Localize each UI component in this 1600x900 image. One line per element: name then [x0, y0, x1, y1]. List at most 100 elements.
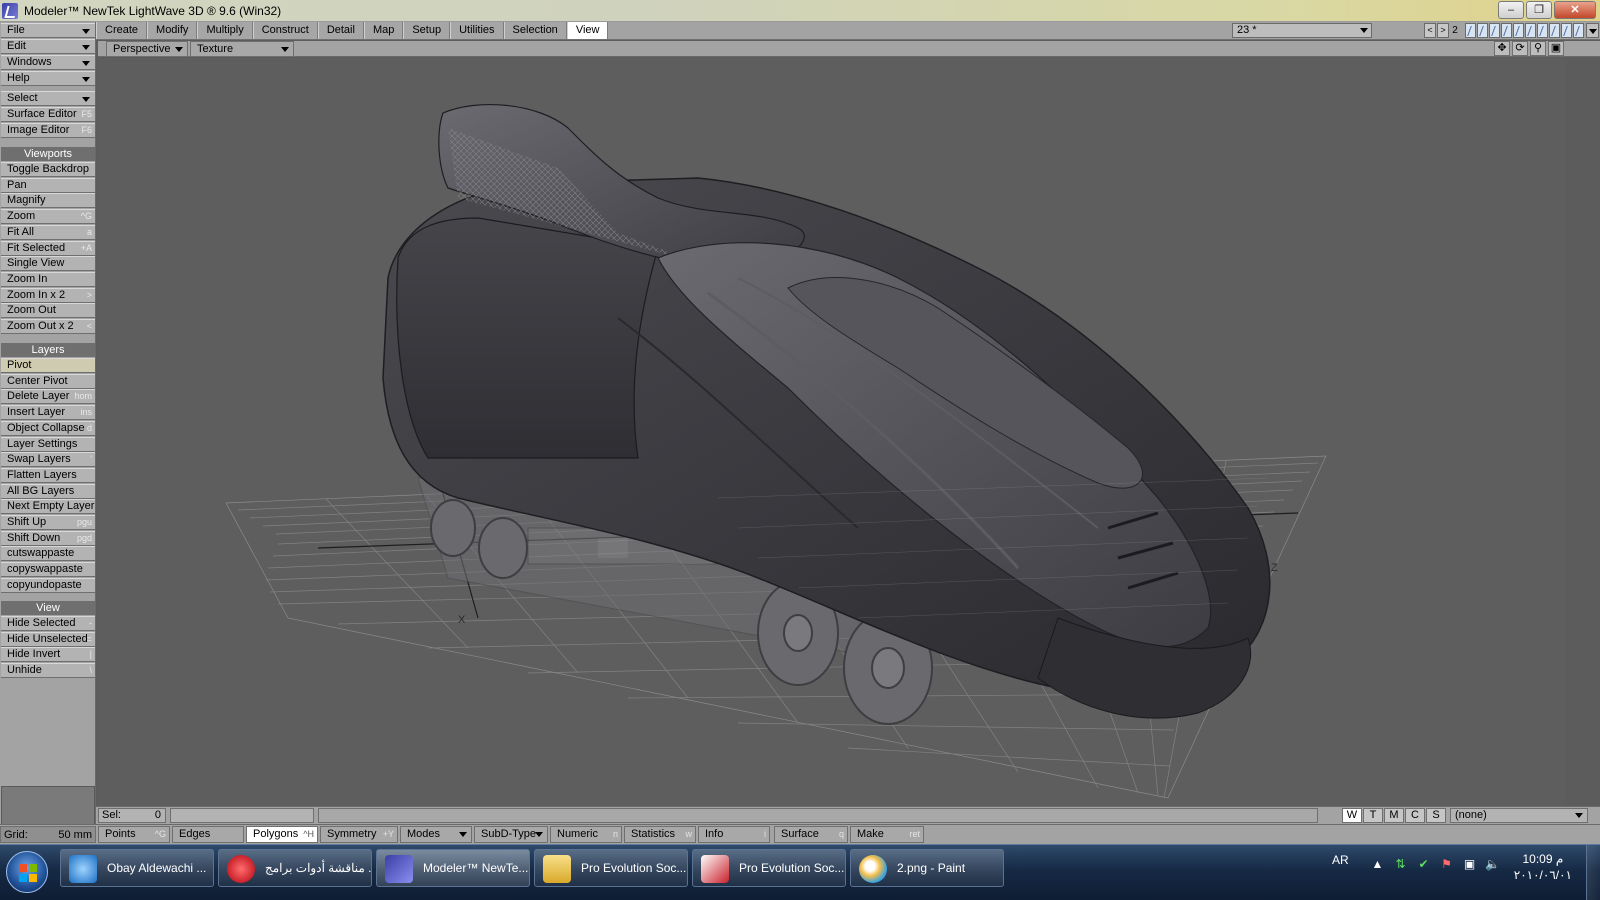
surface-editor-button[interactable]: Surface Editor F5 [1, 107, 95, 122]
viewports-single-view[interactable]: Single View [1, 256, 95, 272]
layer-toggle[interactable] [1525, 23, 1536, 38]
tab-detail[interactable]: Detail [317, 22, 364, 39]
view-unhide[interactable]: Unhide \ [1, 663, 95, 679]
move-view-icon[interactable]: ✥ [1494, 41, 1510, 56]
network-icon[interactable]: ▣ [1462, 857, 1477, 872]
c-button[interactable]: C [1405, 808, 1425, 823]
tab-view[interactable]: View [566, 22, 609, 39]
polygons-mode-button[interactable]: Polygons ^H [246, 826, 318, 843]
tab-setup[interactable]: Setup [403, 22, 451, 39]
layers-copyundopaste[interactable]: copyundopaste [1, 577, 95, 593]
taskbar-item-opera[interactable]: مناقشة أدوات برامج ... [218, 849, 372, 887]
tab-modify[interactable]: Modify [147, 22, 198, 39]
taskbar-item-modeler[interactable]: Modeler™ NewTe... [376, 849, 530, 887]
sync-icon[interactable]: ⇅ [1393, 857, 1408, 872]
view-hide-selected[interactable]: Hide Selected - [1, 616, 95, 631]
select-menu[interactable]: Select [1, 91, 95, 106]
t-button[interactable]: T [1363, 808, 1383, 823]
image-editor-button[interactable]: Image Editor F6 [1, 123, 95, 138]
edges-mode-button[interactable]: Edges [172, 826, 244, 843]
maximize-view-icon[interactable]: ▣ [1548, 41, 1564, 56]
layers-copyswappaste[interactable]: copyswappaste [1, 562, 95, 578]
view-hide-invert[interactable]: Hide Invert | [1, 647, 95, 663]
layer-toggle[interactable] [1501, 23, 1512, 38]
taskbar-item-paint[interactable]: 2.png - Paint [850, 849, 1004, 887]
help-menu[interactable]: Help [1, 71, 95, 86]
layers-insert-layer[interactable]: Insert Layer ins [1, 405, 95, 421]
modes-dropdown[interactable]: Modes [400, 826, 472, 843]
s-button[interactable]: S [1426, 808, 1446, 823]
w-button[interactable]: W [1342, 808, 1362, 823]
language-indicator[interactable]: AR [1332, 853, 1349, 867]
layers-all-bg-layers[interactable]: All BG Layers [1, 483, 95, 499]
taskbar-item-ie[interactable]: Obay Aldewachi ... [60, 849, 214, 887]
tab-utilities[interactable]: Utilities [450, 22, 504, 39]
layers-cutswappaste[interactable]: cutswappaste [1, 546, 95, 562]
taskbar-item-folder[interactable]: Pro Evolution Soc... [534, 849, 688, 887]
layers-swap-layers[interactable]: Swap Layers ' [1, 452, 95, 468]
surface-button[interactable]: Surface q [774, 826, 848, 843]
minimize-button[interactable]: – [1498, 1, 1524, 19]
viewports-pan[interactable]: Pan [1, 177, 95, 193]
layers-delete-layer[interactable]: Delete Layer hom [1, 389, 95, 405]
windows-menu[interactable]: Windows [1, 55, 95, 70]
layer-toggle[interactable] [1489, 23, 1500, 38]
rotate-view-icon[interactable]: ⟳ [1512, 41, 1528, 56]
viewports-zoom-out-x-2[interactable]: Zoom Out x 2 < [1, 319, 95, 334]
start-button[interactable] [6, 851, 48, 893]
viewports-zoom-in[interactable]: Zoom In [1, 271, 95, 287]
statistics-button[interactable]: Statistics w [624, 826, 696, 843]
layer-toggle[interactable] [1513, 23, 1524, 38]
projection-dropdown[interactable]: Perspective [106, 41, 188, 57]
numeric-button[interactable]: Numeric n [550, 826, 622, 843]
title-bar[interactable]: Modeler™ NewTek LightWave 3D ® 9.6 (Win3… [0, 0, 1600, 22]
volume-icon[interactable]: 🔈 [1485, 857, 1500, 872]
layer-toggle[interactable] [1465, 23, 1476, 38]
layer-toggle[interactable] [1573, 23, 1584, 38]
tab-create[interactable]: Create [96, 22, 148, 39]
zoom-view-icon[interactable]: ⚲ [1530, 41, 1546, 56]
layers-pivot[interactable]: Pivot [1, 358, 95, 373]
subd-type-dropdown[interactable]: SubD-Type [474, 826, 548, 843]
layers-layer-settings[interactable]: Layer Settings [1, 436, 95, 452]
points-mode-button[interactable]: Points ^G [98, 826, 170, 843]
show-hidden-icons-icon[interactable]: ▲ [1370, 857, 1385, 872]
info-button[interactable]: Info i [698, 826, 770, 843]
system-clock[interactable]: 10:09 م ٢٠١٠/٠٦/٠١ [1514, 851, 1572, 883]
layer-bank-dropdown[interactable] [1586, 23, 1599, 38]
surface-select-dropdown[interactable]: (none) [1450, 808, 1588, 823]
taskbar-item-pes[interactable]: Pro Evolution Soc... [692, 849, 846, 887]
edit-menu[interactable]: Edit [1, 39, 95, 54]
tab-map[interactable]: Map [363, 22, 404, 39]
viewports-toggle-backdrop[interactable]: Toggle Backdrop [1, 162, 95, 177]
show-desktop-button[interactable] [1586, 845, 1600, 900]
layer-toggle[interactable] [1561, 23, 1572, 38]
view-hide-unselected[interactable]: Hide Unselected = [1, 631, 95, 647]
file-menu[interactable]: File [1, 23, 95, 38]
layers-next-empty-layer[interactable]: Next Empty Layer [1, 499, 95, 515]
viewports-fit-all[interactable]: Fit All a [1, 224, 95, 240]
layers-center-pivot[interactable]: Center Pivot [1, 373, 95, 389]
viewports-zoom[interactable]: Zoom ^G [1, 209, 95, 225]
layer-toggle[interactable] [1477, 23, 1488, 38]
layer-toggle[interactable] [1537, 23, 1548, 38]
symmetry-button[interactable]: Symmetry +Y [320, 826, 398, 843]
layers-flatten-layers[interactable]: Flatten Layers [1, 467, 95, 483]
current-layer-select[interactable]: 23 * [1232, 23, 1372, 38]
viewports-zoom-in-x-2[interactable]: Zoom In x 2 > [1, 287, 95, 303]
tab-construct[interactable]: Construct [252, 22, 318, 39]
viewports-magnify[interactable]: Magnify [1, 193, 95, 209]
render-mode-dropdown[interactable]: Texture [190, 41, 294, 57]
make-button[interactable]: Make ret [850, 826, 924, 843]
perspective-viewport[interactable]: X Z [98, 58, 1565, 806]
tab-multiply[interactable]: Multiply [197, 22, 253, 39]
prev-bank-button[interactable]: < [1424, 23, 1436, 38]
restore-button[interactable]: ❐ [1526, 1, 1552, 19]
layers-shift-up[interactable]: Shift Up pgu [1, 515, 95, 530]
close-button[interactable]: ✕ [1554, 1, 1596, 19]
tab-selection[interactable]: Selection [503, 22, 567, 39]
security-check-icon[interactable]: ✔ [1416, 857, 1431, 872]
action-center-icon[interactable]: ⚑ [1439, 857, 1454, 872]
layers-object-collapse[interactable]: Object Collapse d [1, 420, 95, 436]
viewports-zoom-out[interactable]: Zoom Out [1, 303, 95, 319]
